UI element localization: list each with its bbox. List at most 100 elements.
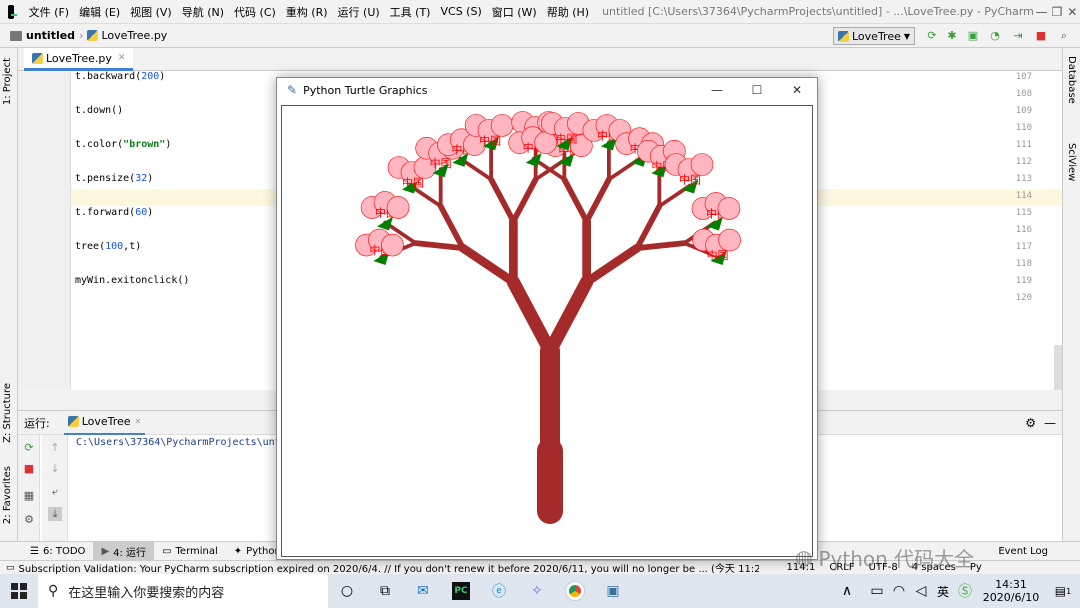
close-tab-icon[interactable]: ✕ (118, 53, 126, 63)
folder-icon (10, 30, 22, 41)
project-name: untitled (26, 29, 76, 42)
profile-icon[interactable]: ◔ (988, 29, 1002, 43)
sciview-tool-tab[interactable]: SciView (1066, 143, 1077, 181)
tree-blossom (690, 153, 714, 176)
turtle-graphics-window[interactable]: ✎ Python Turtle Graphics — ☐ ✕ 中国 中国 中国 中国中… (276, 77, 818, 560)
hide-panel-icon[interactable]: — (1044, 416, 1056, 430)
soft-wrap-icon[interactable]: ⤶ (48, 485, 62, 499)
tree-branch (543, 275, 594, 358)
menu-navigate[interactable]: 导航 (N) (177, 4, 229, 20)
cortana-icon[interactable]: ○ (328, 574, 366, 608)
tree-blossom (534, 131, 557, 154)
stop-icon[interactable]: ■ (1034, 29, 1048, 43)
arrow-down-icon[interactable]: ↓ (48, 462, 62, 476)
pycharm-app-icon[interactable]: PC (442, 574, 480, 608)
terminal-tab-label: Terminal (175, 545, 218, 557)
app-icon[interactable]: ✧ (518, 574, 556, 608)
run-tab[interactable]: ▶ 4: 运行 (93, 541, 155, 561)
chevron-down-icon: ▼ (903, 31, 910, 41)
wifi-icon[interactable]: ◠ (888, 574, 910, 608)
database-tool-tab[interactable]: Database (1066, 56, 1077, 104)
turtle-title-bar[interactable]: ✎ Python Turtle Graphics — ☐ ✕ (277, 78, 817, 102)
favorites-tool-tab[interactable]: 2: Favorites (2, 466, 13, 524)
line-number: 113 (1015, 174, 1032, 184)
app-tray-icon[interactable]: Ⓢ (954, 574, 976, 608)
watermark: ◍ Python 代码大全 (795, 540, 1055, 574)
tree-blossom (718, 228, 741, 252)
pycharm-logo-icon (8, 4, 17, 19)
maximize-icon[interactable]: ☐ (737, 78, 777, 102)
project-tool-tab[interactable]: 1: Project (2, 58, 13, 105)
menu-code[interactable]: 代码 (C) (229, 4, 281, 20)
rerun-icon[interactable]: ⟳ (22, 441, 36, 455)
breadcrumb-project[interactable]: untitled (0, 29, 79, 42)
blossom-label: 中国 (402, 177, 424, 190)
coverage-icon[interactable]: ▣ (966, 29, 980, 43)
line-number: 115 (1015, 208, 1032, 218)
close-icon[interactable]: ✕ (1065, 5, 1080, 19)
taskbar-search-input[interactable]: ⚲ 在这里输入你要搜索的内容 (38, 574, 328, 608)
run-configuration-select[interactable]: LoveTree ▼ (833, 27, 915, 45)
menu-window[interactable]: 窗口 (W) (487, 4, 542, 20)
chevron-up-icon[interactable]: ∧ (828, 574, 866, 608)
mail-icon[interactable]: ✉ (404, 574, 442, 608)
menu-refactor[interactable]: 重构 (R) (281, 4, 333, 20)
ime-indicator[interactable]: 英 (932, 574, 954, 608)
windows-start-icon[interactable] (0, 574, 38, 608)
window-title: untitled [C:\Users\37364\PycharmProjects… (602, 5, 1034, 18)
build-icon[interactable]: ⇥ (1011, 29, 1025, 43)
restore-icon[interactable]: ❐ (1049, 5, 1064, 19)
breadcrumb-file[interactable]: LoveTree.py (83, 29, 171, 42)
turtle-canvas[interactable]: 中国中国中国中国中国中国中国中国中国中国中国中国中国中国中国中国 (281, 105, 813, 557)
python-turtle-app-icon[interactable]: ▣ (594, 574, 632, 608)
volume-icon[interactable]: ◁ (910, 574, 932, 608)
line-number: 112 (1015, 157, 1032, 167)
menu-vcs[interactable]: VCS (S) (435, 5, 486, 18)
editor-tab-lovetree[interactable]: LoveTree.py ✕ (24, 48, 134, 71)
editor-scrollbar[interactable] (1054, 345, 1062, 390)
stop-icon[interactable]: ■ (22, 462, 36, 476)
search-icon[interactable]: ⌕ (1057, 29, 1071, 43)
notification-icon[interactable]: ▤ 1 (1046, 574, 1080, 608)
gear-icon[interactable]: ⚙ (1025, 416, 1036, 430)
tree-blossom (386, 196, 410, 219)
minimize-icon[interactable]: — (1034, 5, 1049, 19)
menu-tools[interactable]: 工具 (T) (385, 4, 436, 20)
scroll-to-end-icon[interactable]: ⤓ (48, 507, 62, 521)
blossom-label: 中国 (555, 132, 577, 145)
menu-view[interactable]: 视图 (V) (125, 4, 177, 20)
battery-icon[interactable]: ▭ (866, 574, 888, 608)
layout-icon[interactable]: ▦ (22, 489, 36, 503)
editor-tab-label: LoveTree.py (46, 51, 112, 65)
windows-taskbar: ⚲ 在这里输入你要搜索的内容 ○ ⧉ ✉ PC ⓔ ✧ ▣ ∧ ▭ ◠ ◁ 英 … (0, 574, 1080, 608)
python-file-icon (838, 30, 849, 42)
code-line: t.color("brown") (75, 139, 172, 150)
arrow-up-icon[interactable]: ↑ (48, 441, 62, 455)
search-icon: ⚲ (48, 583, 59, 599)
menu-help[interactable]: 帮助 (H) (542, 4, 594, 20)
chrome-icon[interactable] (556, 574, 594, 608)
clock[interactable]: 14:31 2020/6/10 (976, 578, 1046, 604)
console-output[interactable]: C:\Users\37364\PycharmProjects\untit (76, 437, 293, 448)
close-tab-icon[interactable]: ✕ (135, 417, 142, 426)
menu-file[interactable]: 文件 (F) (24, 4, 74, 20)
close-icon[interactable]: ✕ (777, 78, 817, 102)
todo-tab[interactable]: ☰ 6: TODO (22, 542, 93, 561)
tree-branch (634, 203, 663, 251)
settings-icon[interactable]: ⚙ (22, 513, 36, 527)
tree-branch (634, 240, 688, 251)
structure-tool-tab[interactable]: Z: Structure (2, 383, 13, 443)
left-tool-strip: 1: Project Z: Structure 2: Favorites (0, 48, 18, 560)
run-tab-lovetree[interactable]: LoveTree ✕ (63, 411, 146, 435)
minimize-icon[interactable]: — (697, 78, 737, 102)
run-tab-label: LoveTree (81, 415, 131, 428)
rerun-icon[interactable]: ⟳ (925, 29, 939, 43)
edge-icon[interactable]: ⓔ (480, 574, 518, 608)
status-message[interactable]: Subscription Validation: Your PyCharm su… (19, 560, 759, 575)
menu-edit[interactable]: 编辑 (E) (74, 4, 125, 20)
menu-run[interactable]: 运行 (U) (333, 4, 385, 20)
task-view-icon[interactable]: ⧉ (366, 574, 404, 608)
tree-branch (488, 176, 517, 225)
debug-icon[interactable]: ✱ (945, 29, 959, 43)
terminal-tab[interactable]: ▭ Terminal (154, 542, 226, 561)
